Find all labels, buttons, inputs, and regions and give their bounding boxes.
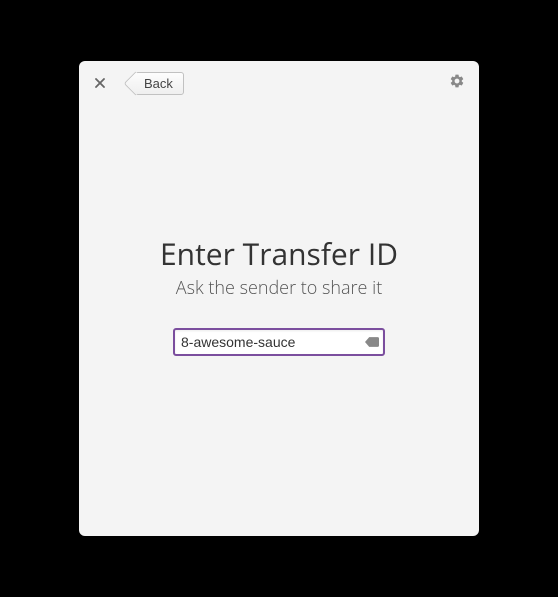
back-button-label: Back [144,76,173,91]
input-container [173,328,385,356]
backspace-icon [365,331,379,353]
page-subtitle: Ask the sender to share it [176,276,382,300]
close-icon [95,74,105,93]
header-bar: Back [79,61,479,105]
transfer-id-input[interactable] [173,328,385,356]
page-title: Enter Transfer ID [160,233,398,274]
back-button[interactable]: Back [135,72,184,95]
clear-input-button[interactable] [365,331,379,353]
close-button[interactable] [89,72,111,94]
settings-button[interactable] [445,71,469,95]
gear-icon [449,72,465,94]
app-window: Back Enter Transfer ID Ask the sender to… [79,61,479,536]
main-content: Enter Transfer ID Ask the sender to shar… [79,105,479,536]
